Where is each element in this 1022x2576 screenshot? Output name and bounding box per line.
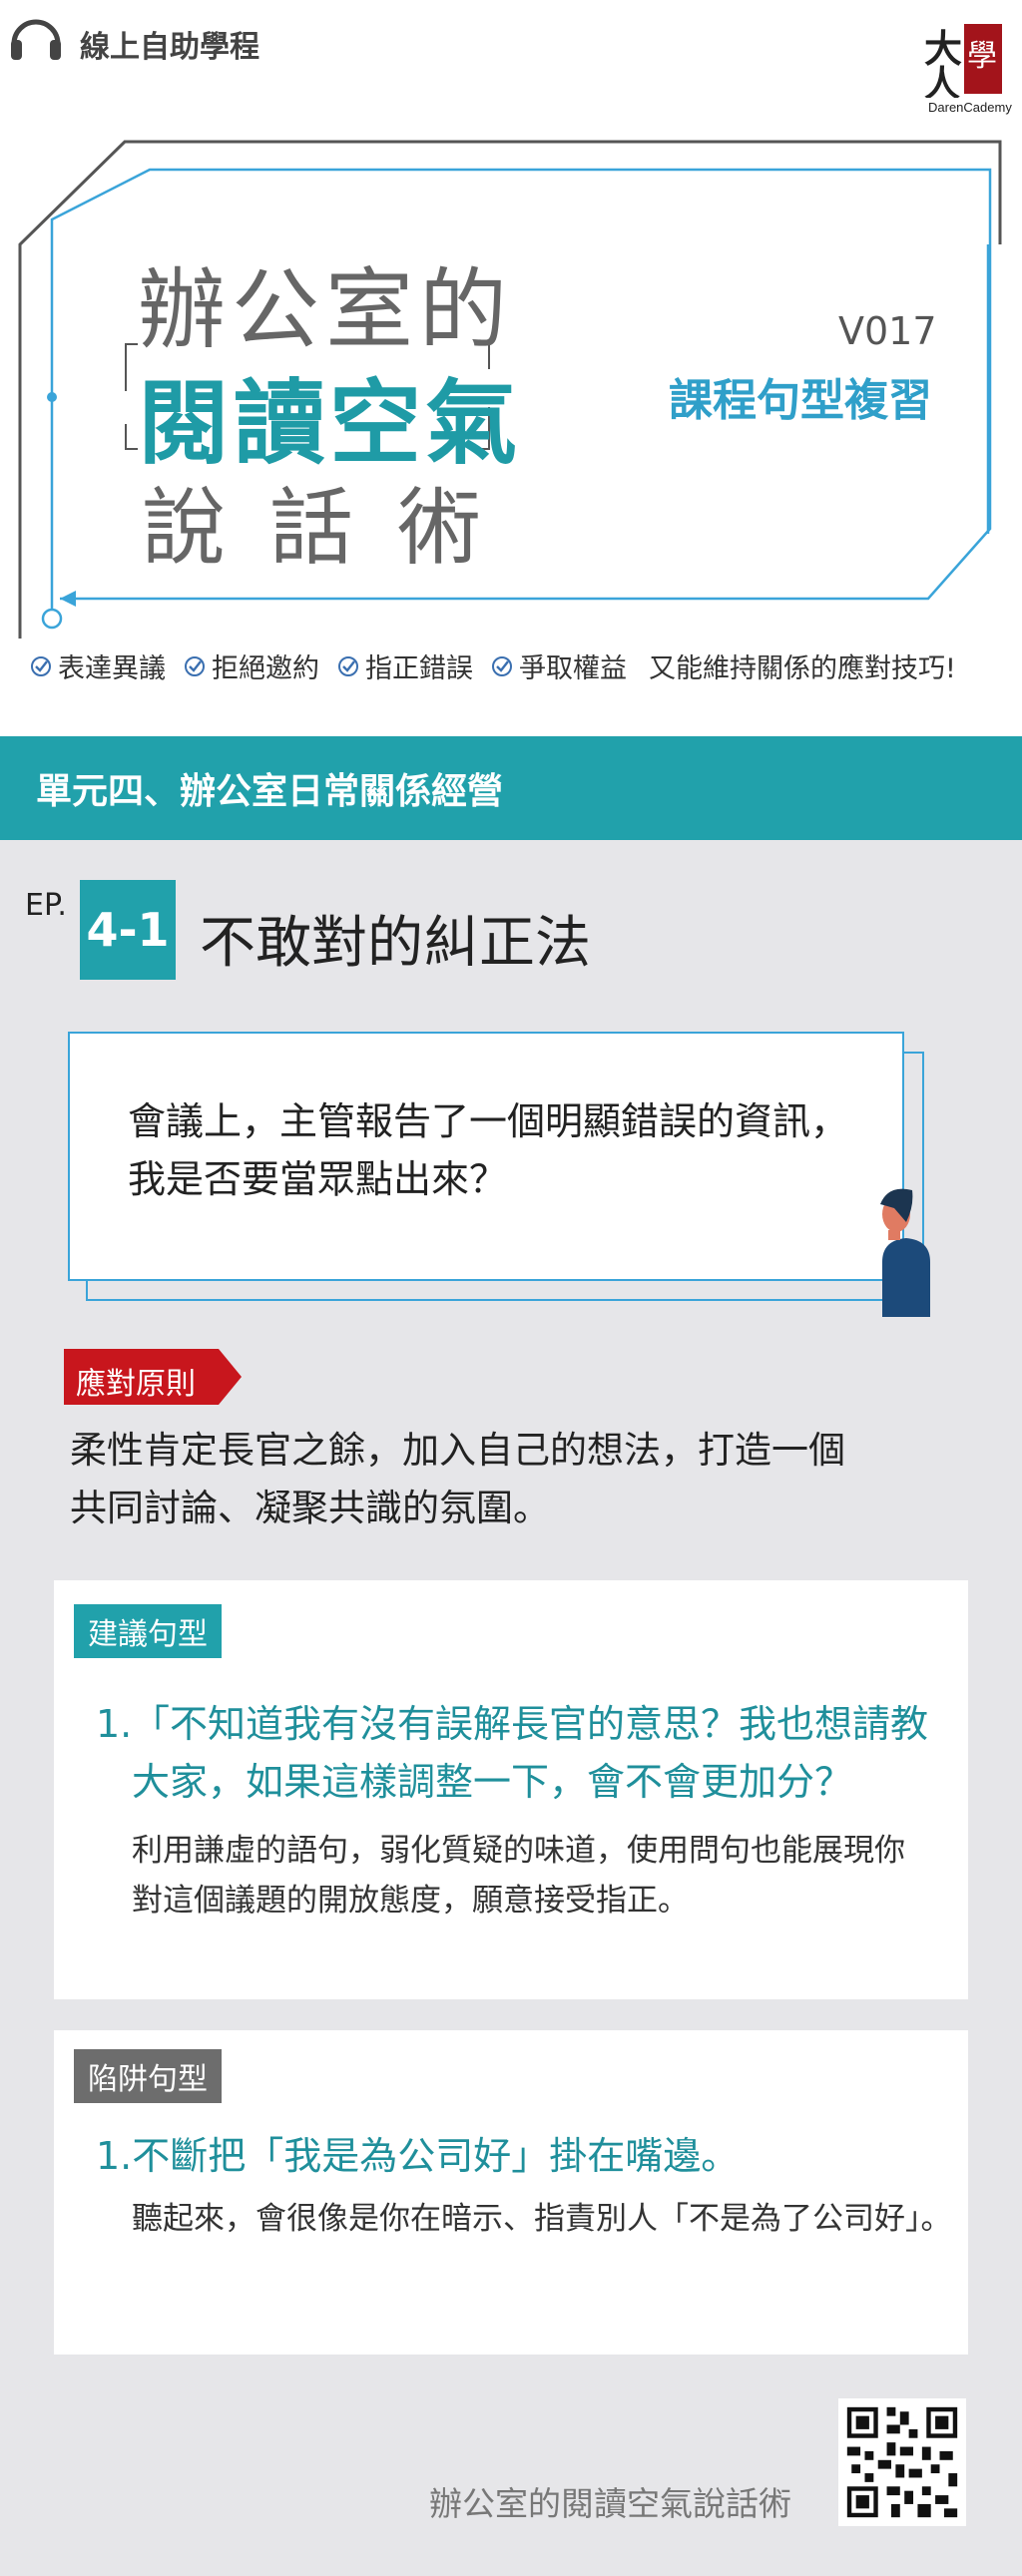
question-text: 會議上，主管報告了一個明顯錯誤的資訊， 我是否要當眾點出來？ [128,1092,848,1208]
suggested-line: 「不知道我有沒有誤解長官的意思？我也想請教 [132,1702,929,1746]
checklist-item: 表達異議 [30,646,166,685]
check-icon [31,655,51,676]
checklist-item-label: 拒絕邀約 [212,653,319,684]
episode-prefix: EP. [25,888,67,923]
brand-logo-icon: 大 人 學 [924,24,1002,98]
trap-tag: 陷阱句型 [74,2049,222,2103]
person-icon [880,1188,930,1317]
list-number: 1. [96,2134,133,2178]
svg-text:學: 學 [967,39,997,74]
explanation-line: 利用謙虛的語句，弱化質疑的味道，使用問句也能展現你 [132,1833,905,1869]
list-number: 1. [96,1702,133,1746]
suggested-line: 大家，如果這樣調整一下，會不會更加分？ [132,1760,853,1804]
title-line-1: 辦公室的 [138,258,514,361]
checklist-item: 指正錯誤 [337,646,473,685]
svg-text:人: 人 [924,64,960,98]
principle-line: 共同討論、凝聚共識的氛圍。 [70,1487,550,1529]
trap-sentence: 1.不斷把「我是為公司好」掛在嘴邊。 [96,2125,739,2180]
course-subtitle: 課程句型複習 [669,375,932,426]
principle-tag: 應對原則 [76,1367,196,1402]
checklist-item: 拒絕邀約 [184,646,319,685]
episode-number-badge: 4-1 [80,880,176,980]
version-label: V017 [838,309,937,353]
checklist-item-label: 爭取權益 [519,653,627,684]
headphones-icon [11,19,61,60]
checklist-item-label: 指正錯誤 [365,653,473,684]
trap-explanation: 聽起來，會很像是你在暗示、指責別人「不是為了公司好」。 [132,2201,952,2237]
explanation-line: 對這個議題的開放態度，願意接受指正。 [132,1883,689,1919]
check-icon [185,655,205,676]
checklist-item: 爭取權益 [491,646,627,685]
suggested-explanation: 利用謙虛的語句，弱化質疑的味道，使用問句也能展現你 對這個議題的開放態度，願意接… [132,1826,905,1926]
trap-line: 不斷把「我是為公司好」掛在嘴邊。 [132,2134,740,2178]
skill-checklist: 表達異議 拒絕邀約 指正錯誤 爭取權益 又能維持關係的應對技巧! [30,646,956,685]
unit-title: 單元四、辦公室日常關係經營 [36,771,504,812]
qr-code-icon[interactable] [838,2398,966,2526]
check-icon [492,655,512,676]
checklist-item-label: 表達異議 [58,653,166,684]
brand-logo-text: DarenCademy [928,100,1012,115]
question-line: 我是否要當眾點出來？ [128,1157,508,1201]
check-icon [338,655,358,676]
principle-text: 柔性肯定長官之餘，加入自己的想法，打造一個 共同討論、凝聚共識的氛圍。 [70,1422,845,1537]
episode-title: 不敢對的糾正法 [200,911,591,976]
checklist-tail: 又能維持關係的應對技巧! [649,653,956,684]
channel-label: 線上自助學程 [80,30,259,65]
question-line: 會議上，主管報告了一個明顯錯誤的資訊， [128,1099,849,1143]
suggested-tag: 建議句型 [74,1604,222,1658]
principle-line: 柔性肯定長官之餘，加入自己的想法，打造一個 [70,1429,845,1472]
footer-title: 辦公室的閱讀空氣說話術 [429,2484,791,2523]
title-line-3: 說話術 [142,479,526,577]
suggested-sentence: 1.「不知道我有沒有誤解長官的意思？我也想請教 [96,1696,928,1752]
